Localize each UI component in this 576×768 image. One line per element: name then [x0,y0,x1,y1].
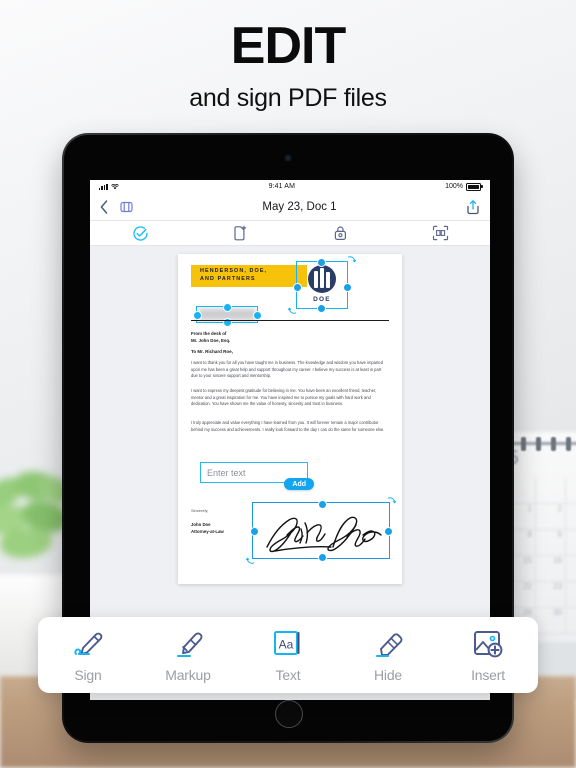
home-button-icon[interactable] [275,700,303,728]
toolbar-protect-button[interactable] [326,223,354,243]
from-label: From the desk of [191,331,227,336]
calendar-spiral [536,437,541,451]
toolbar-done-button[interactable] [126,223,154,243]
selection-handle[interactable] [383,527,393,536]
calendar-spiral [566,437,571,451]
status-right: 100% [445,182,483,191]
letterhead-banner: HENDERSON, DOE, AND PARTNERS [191,265,307,287]
nav-left-group [100,199,133,214]
check-circle-icon [132,225,148,241]
selection-handle[interactable] [318,552,327,562]
rotate-handle-icon[interactable] [387,497,396,506]
signer-name: John Doe [191,522,211,527]
tool-sign-button[interactable]: Sign [48,627,128,683]
selection-handle[interactable] [252,311,262,320]
selection-handle[interactable] [318,499,327,509]
cellular-bars-icon [99,183,108,190]
selection-handle[interactable] [317,303,326,313]
camera-dot-icon [285,155,291,161]
rotate-handle-icon[interactable] [347,256,356,265]
svg-text:Aa: Aa [279,638,294,652]
building-columns-logo-icon [308,265,336,293]
promo-subhead: and sign PDF files [189,84,387,112]
document-page[interactable]: HENDERSON, DOE, AND PARTNERS DOE From th… [178,254,402,584]
chevron-left-icon[interactable] [100,199,108,214]
wifi-icon [110,183,119,189]
tool-text-label: Text [275,667,301,683]
toolbar-scan-button[interactable] [426,223,454,243]
letterhead-line1: HENDERSON, DOE, [200,268,268,275]
rotate-handle-icon[interactable] [288,305,297,314]
tool-insert-label: Insert [471,667,505,683]
highlighter-icon [177,632,203,657]
signer-title: Attorney-at-Law [191,528,224,534]
nav-bar: May 23, Doc 1 [90,193,490,221]
eraser-icon [376,633,403,657]
promo-headline-block: EDIT and sign PDF files [0,20,576,113]
tool-hide-label: Hide [374,667,402,683]
promo-headline: EDIT [230,17,346,75]
bottom-tool-palette: Sign Markup Aa Text Hide Insert [38,617,538,693]
scan-crop-icon [432,225,448,241]
selection-handle[interactable] [342,283,352,292]
tool-markup-label: Markup [165,667,211,683]
rotate-handle-icon[interactable] [246,555,255,564]
battery-percent-label: 100% [445,183,463,190]
pen-sign-icon [74,632,103,656]
tool-text-button[interactable]: Aa Text [248,627,328,683]
body-paragraph: I want to express my deepest gratitude f… [191,388,377,407]
add-page-icon [233,225,246,240]
page-thumbnail-icon[interactable] [120,200,133,214]
tool-sign-label: Sign [74,667,102,683]
letterhead-divider [191,320,389,321]
battery-full-icon [466,182,483,191]
from-block: From the desk of Mr. John Doe, Esq. [191,330,230,345]
calendar-grid: 123 8910 151617 222324 293031 [506,478,576,638]
handwritten-signature-icon [266,516,382,553]
document-title: May 23, Doc 1 [262,200,337,213]
tool-markup-button[interactable]: Markup [148,627,228,683]
closing-line: Sincerely, [191,508,209,513]
signer-block: John Doe Attorney-at-Law [191,522,224,536]
add-image-icon [474,631,503,658]
share-upload-icon[interactable] [466,199,480,215]
body-paragraph: I want to thank you for all you have tau… [191,360,383,379]
selection-handle[interactable] [192,311,202,320]
logo-object[interactable]: DOE [288,256,356,314]
selection-handle[interactable] [317,257,326,267]
calendar-spiral [551,437,556,451]
logo-wordmark: DOE [313,296,331,303]
selection-handle[interactable] [223,302,232,312]
add-text-button[interactable]: Add [284,478,314,490]
selection-handle[interactable] [292,283,302,292]
from-name: Mr. John Doe, Esq. [191,338,231,344]
signature-object[interactable] [246,497,396,564]
selection-handle[interactable] [249,527,259,536]
document-toolbar [90,221,490,246]
lock-icon [334,225,346,240]
letterhead-line2: AND PARTNERS [200,276,256,282]
text-aa-icon: Aa [274,631,300,655]
tool-hide-button[interactable]: Hide [348,627,428,683]
status-left [99,183,119,190]
status-bar: 9:41 AM 100% [90,180,490,193]
calendar-spiral [521,437,526,451]
text-entry-widget[interactable]: Enter text Add [200,462,314,490]
selection-handle[interactable] [223,317,232,327]
salutation: To Mr. Richard Roe, [191,349,233,354]
toolbar-add-page-button[interactable] [226,223,254,243]
status-time: 9:41 AM [268,183,296,190]
tool-insert-button[interactable]: Insert [448,627,528,683]
body-paragraph: I truly appreciate and value everything … [191,420,385,432]
